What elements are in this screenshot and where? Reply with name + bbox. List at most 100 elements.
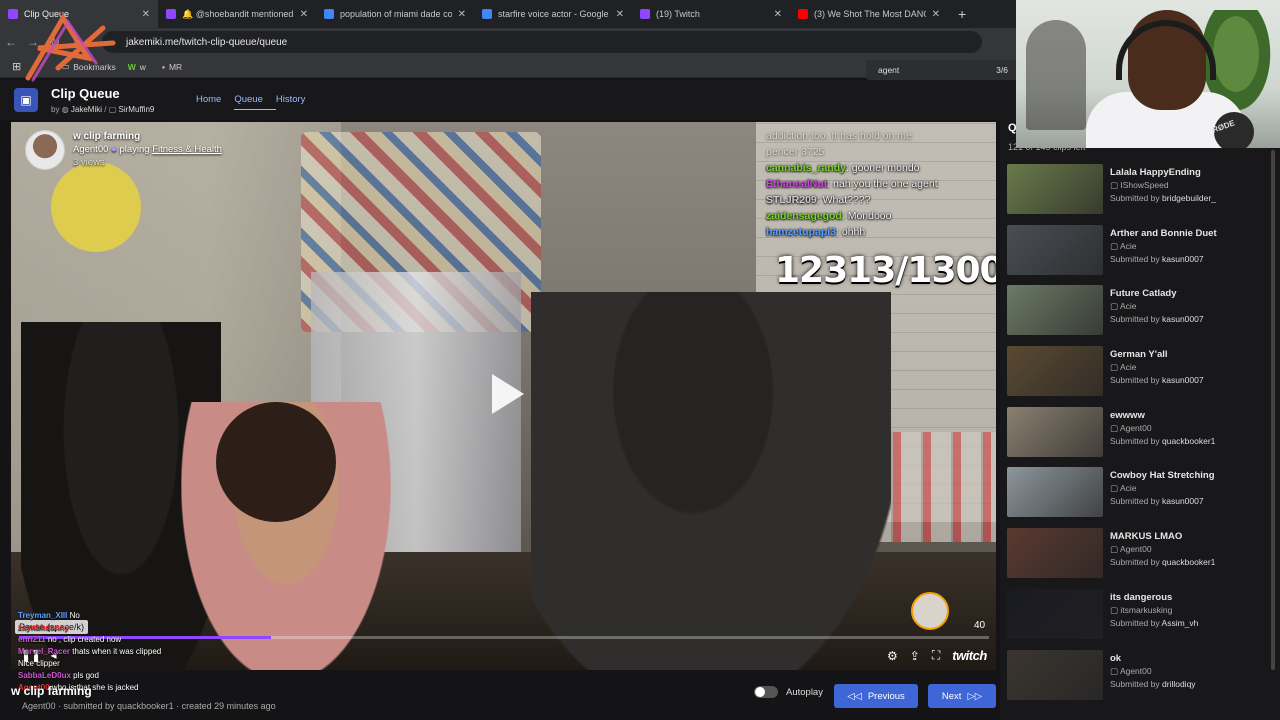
streamer-name[interactable]: Agent00 <box>73 144 108 155</box>
queue-item-title: Arther and Bonnie Duet <box>1110 227 1217 239</box>
chat-message: EthanealNut: nah you the one agent <box>766 176 996 192</box>
clip-thumbnail[interactable] <box>1007 224 1103 275</box>
tab-close-icon[interactable]: ✕ <box>774 9 782 20</box>
back-icon[interactable]: ← <box>0 35 22 49</box>
clip-thumbnail[interactable] <box>1007 346 1103 397</box>
queue-item[interactable]: Lalala HappyEnding ▢ IShowSpeed Submitted … <box>1007 164 1272 225</box>
settings-icon[interactable]: ⚙ <box>887 649 898 663</box>
find-query[interactable]: agent <box>878 65 899 75</box>
tab-close-icon[interactable]: ✕ <box>932 9 940 20</box>
nav-home[interactable]: Home <box>196 94 234 110</box>
github-icon: ◍ <box>61 105 69 114</box>
stream-chat-text: Nice clipper <box>18 659 60 668</box>
clip-thumbnail[interactable] <box>1007 649 1103 700</box>
reload-icon[interactable]: ↻ <box>44 35 66 49</box>
tab-title: 🔔 @shoebandit mentioned yo <box>182 8 294 19</box>
clip-thumbnail[interactable] <box>1007 164 1103 214</box>
browser-tab[interactable]: population of miami dade coun ✕ <box>316 0 474 28</box>
url-input[interactable]: jakemiki.me/twitch-clip-queue/queue <box>102 31 982 53</box>
clip-footer-sub: Agent00 · submitted by quackbooker1 · cr… <box>22 701 276 711</box>
chat-message: hamzetupapi3: ohhh <box>766 224 996 240</box>
clip-thumbnail[interactable] <box>1007 588 1103 639</box>
queue-item-channel: Acie <box>1119 301 1137 312</box>
clip-thumbnail[interactable] <box>1007 528 1103 579</box>
chat-username: hamzetupapi3 <box>766 226 837 238</box>
chat-text: : ohhh <box>836 226 866 238</box>
game-link[interactable]: Fitness & Health <box>152 144 222 155</box>
previous-button[interactable]: ◁◁ Previous <box>834 684 918 708</box>
chat-message: cannabis_randy: gooner mondo <box>766 160 996 176</box>
stream-chat-text: No <box>69 611 80 620</box>
bookmark-folder[interactable]: ▭ Bookmarks <box>61 61 116 72</box>
tab-favicon-icon <box>640 9 650 19</box>
tab-close-icon[interactable]: ✕ <box>300 9 308 20</box>
nav-queue[interactable]: Queue <box>234 94 276 110</box>
channel-icon: ▢ <box>1110 301 1119 312</box>
queue-item-channel: itsmarkusking <box>1120 604 1173 615</box>
queue-item[interactable]: ewwww ▢ Agent00 Submitted by quackbooker1 <box>1007 406 1272 468</box>
tab-title: Clip Queue <box>24 9 70 19</box>
share-icon[interactable]: ⇪ <box>910 649 920 663</box>
queue-item-title: Lalala HappyEnding <box>1110 167 1201 178</box>
home-icon[interactable]: ⌂ <box>66 35 88 49</box>
queue-item[interactable]: German Y'all ▢ Acie Submitted by kasun0007 <box>1007 346 1272 407</box>
play-icon[interactable] <box>474 364 534 424</box>
tab-close-icon[interactable]: ✕ <box>458 9 466 20</box>
queue-item[interactable]: Future Catlady ▢ Acie Submitted by kasun00… <box>1007 285 1272 346</box>
next-button[interactable]: Next ▷▷ <box>928 684 996 708</box>
queue-item-channel: Agent00 <box>1119 422 1152 433</box>
autoplay-toggle[interactable] <box>754 686 778 698</box>
stream-chat-line: Nice clipper <box>18 658 218 670</box>
tab-close-icon[interactable]: ✕ <box>616 9 624 20</box>
forward-icon[interactable]: → <box>22 35 44 49</box>
chat-text: pencer 3725 <box>766 146 825 158</box>
queue-item[interactable]: Arther and Bonnie Duet ▢ Acie Submitted by… <box>1007 224 1272 286</box>
browser-tab[interactable]: Clip Queue ✕ <box>0 0 158 28</box>
queue-item[interactable]: its dangerous ▢ itsmarkusking Submitted by… <box>1007 588 1272 650</box>
video-player[interactable]: w clip farming Agent00 ● playing Fitness… <box>11 122 996 670</box>
fullscreen-icon[interactable]: ⛶ <box>932 648 940 663</box>
queue-item[interactable]: ok ▢ Agent00 Submitted by drillodiqy <box>1007 649 1272 711</box>
tab-title: starfire voice actor - Google Se <box>498 9 610 19</box>
queue-item-submitter: quackbooker1 <box>1162 435 1216 446</box>
queue-item[interactable]: Cowboy Hat Stretching ▢ Acie Submitted by … <box>1007 467 1272 528</box>
clip-thumbnail[interactable] <box>1007 285 1103 336</box>
tab-close-icon[interactable]: ✕ <box>142 9 150 20</box>
author-link-2[interactable]: SirMuffin9 <box>119 105 155 114</box>
tab-favicon-icon <box>324 9 334 19</box>
tv-logo-icon[interactable]: ▣ <box>14 88 38 112</box>
tab-favicon-icon <box>482 9 492 19</box>
chat-text: addiction too. It has hold on me <box>766 130 912 142</box>
queue-item-submitter: kasun0007 <box>1162 496 1204 507</box>
bookmark-w[interactable]: Ww <box>128 62 146 72</box>
tab-title: population of miami dade coun <box>340 9 452 19</box>
queue-item-submitter: quackbooker1 <box>1162 557 1216 568</box>
clip-title[interactable]: w clip farming <box>73 130 222 143</box>
stream-chat-overlay: Treyman_XIII No zaynbhdanny enri211 no , … <box>18 610 218 694</box>
queue-sidebar: Q 121 of 145 clips left Lalala HappyEndi… <box>1000 120 1280 720</box>
streamer-avatar[interactable] <box>25 130 65 170</box>
stream-chat-user: enri211 <box>18 635 46 644</box>
browser-tab[interactable]: 🔔 @shoebandit mentioned yo ✕ <box>158 0 316 28</box>
tab-title: (19) Twitch <box>656 9 700 19</box>
find-bar[interactable]: agent 3/6 <box>866 60 1018 80</box>
nav-history[interactable]: History <box>276 94 319 110</box>
twitch-logo[interactable]: twitch <box>952 648 987 663</box>
apps-icon[interactable]: ⊞ <box>12 60 21 73</box>
browser-tab[interactable]: (3) We Shot The Most DANGER ✕ <box>790 0 948 28</box>
queue-item[interactable]: MARKUS LMAO ▢ Agent00 Submitted by quackbo… <box>1007 528 1272 589</box>
browser-tab[interactable]: starfire voice actor - Google Se ✕ <box>474 0 632 28</box>
author-link-1[interactable]: JakeMiki <box>71 105 102 114</box>
tab-favicon-icon <box>166 9 176 19</box>
autoplay-control[interactable]: Autoplay <box>754 686 823 698</box>
player-controls: ⚙ ⇪ ⛶ twitch <box>887 648 987 663</box>
clip-thumbnail[interactable] <box>1007 467 1103 518</box>
queue-scrollbar[interactable] <box>1271 150 1275 670</box>
webcam-overlay: RØDE <box>1016 0 1280 148</box>
autoplay-label: Autoplay <box>786 686 823 698</box>
new-tab-button[interactable]: + <box>948 0 976 28</box>
bookmark-mr[interactable]: ▪ MR <box>162 62 182 72</box>
clip-thumbnail[interactable] <box>1007 406 1103 457</box>
queue-item-channel: Acie <box>1119 240 1137 251</box>
browser-tab[interactable]: (19) Twitch ✕ <box>632 0 790 28</box>
